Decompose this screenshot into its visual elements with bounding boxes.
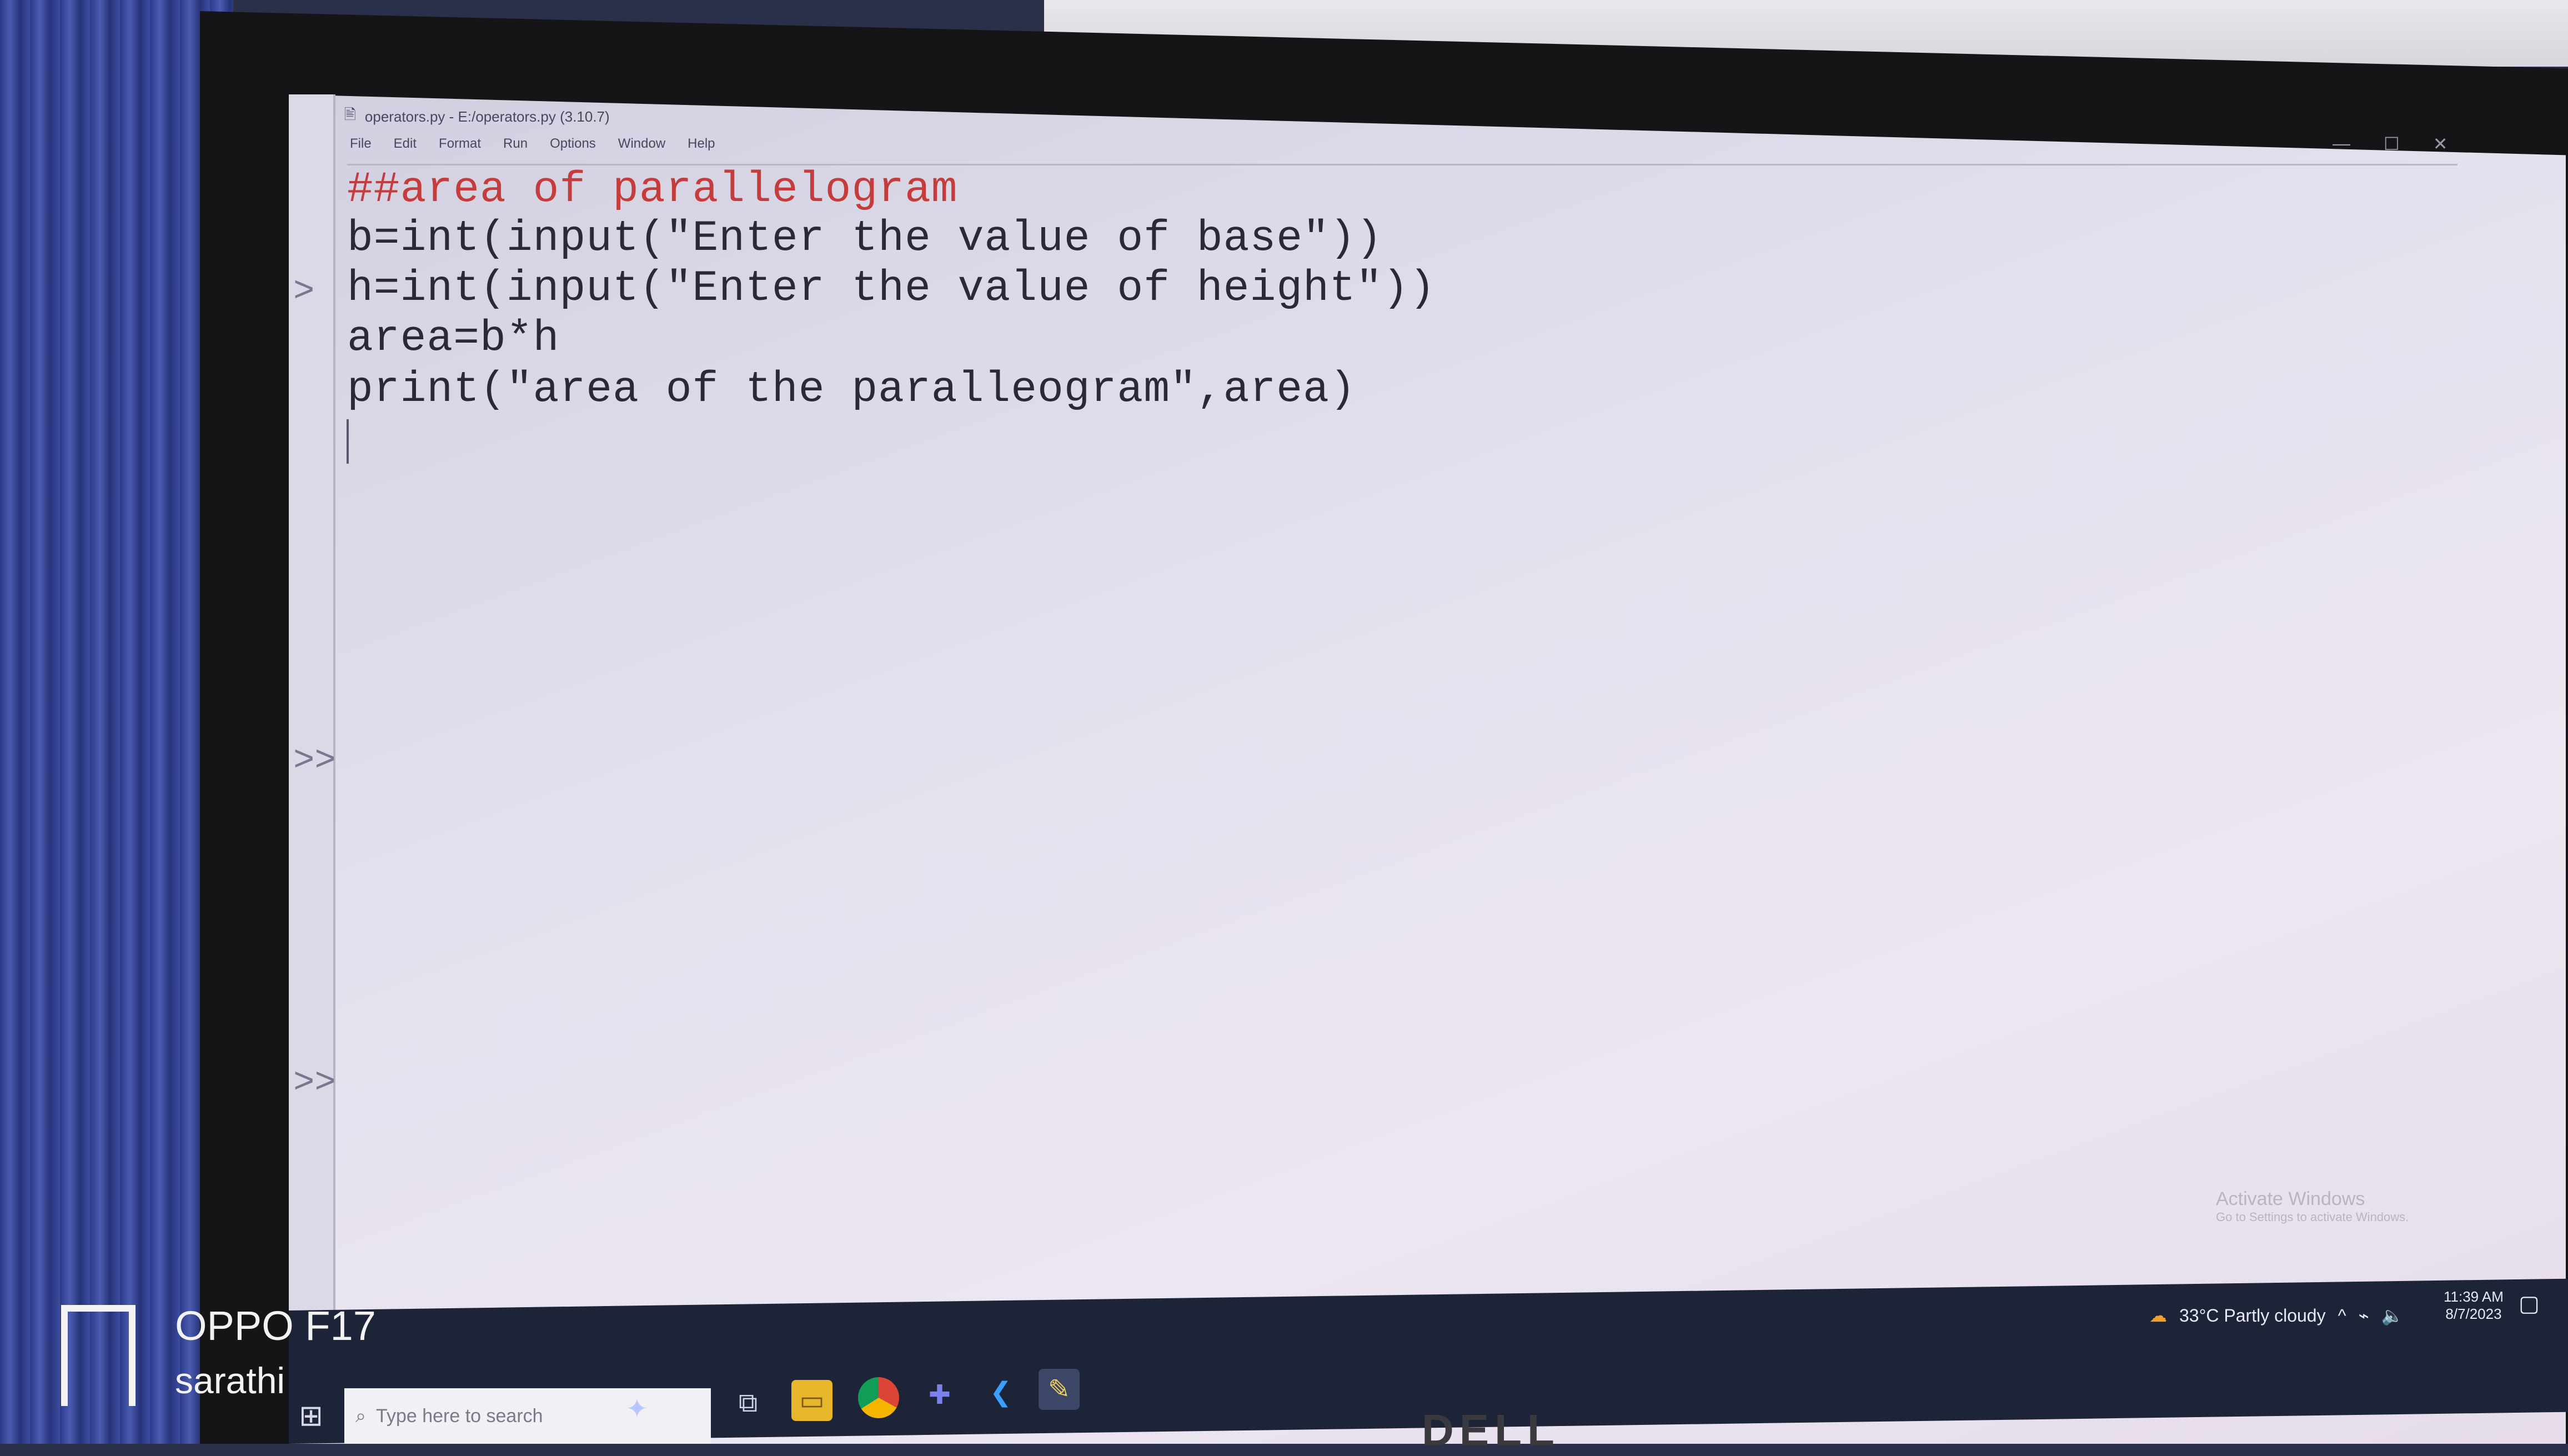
clock-time: 11:39 AM <box>2444 1288 2504 1305</box>
weather-text[interactable]: 33°C Partly cloudy <box>2179 1306 2326 1326</box>
camera-model: OPPO F17 <box>175 1303 376 1349</box>
shell-prompt: > <box>293 272 315 312</box>
background-curtain <box>0 0 233 1444</box>
menu-help[interactable]: Help <box>688 136 715 158</box>
weather-icon[interactable]: ☁ <box>2149 1305 2167 1326</box>
shell-prompt: >> <box>293 1063 336 1103</box>
volume-icon[interactable]: 🔈 <box>2381 1305 2404 1326</box>
code-line: h=int(input("Enter the value of height")… <box>347 264 1436 313</box>
menu-file[interactable]: File <box>350 136 372 158</box>
menu-run[interactable]: Run <box>503 136 528 158</box>
shell-prompt: >> <box>293 741 336 781</box>
idle-file-icon: 🖹 <box>344 106 356 123</box>
menu-options[interactable]: Options <box>550 136 596 158</box>
idle-python-icon[interactable]: ✎ <box>1039 1369 1080 1410</box>
clock-date: 8/7/2023 <box>2445 1306 2502 1322</box>
system-tray: ☁ 33°C Partly cloudy ^ ⌁ 🔈 <box>2149 1305 2404 1326</box>
menu-edit[interactable]: Edit <box>394 136 417 158</box>
chevron-up-icon[interactable]: ^ <box>2338 1306 2346 1326</box>
window-controls: — ☐ ✕ <box>2333 133 2448 154</box>
code-line: area=b*h <box>347 314 560 363</box>
code-line-comment: ##area of parallelogram <box>347 165 958 214</box>
camera-user: sarathi <box>175 1360 285 1401</box>
text-cursor <box>347 419 349 464</box>
cortana-icon[interactable]: ✦ <box>616 1388 658 1429</box>
monitor-brand-logo: DELL <box>1422 1405 1560 1455</box>
activate-windows-watermark: Activate Windows Go to Settings to activ… <box>2216 1188 2409 1224</box>
window-title: operators.py - E:/operators.py (3.10.7) <box>364 108 610 125</box>
windows-start-icon[interactable]: ⊞ <box>292 1397 330 1435</box>
code-editor[interactable]: ##area of parallelogram b=int(input("Ent… <box>347 164 2457 1321</box>
title-bar[interactable]: 🖹 operators.py - E:/operators.py (3.10.7… <box>344 103 2288 130</box>
taskbar-clock[interactable]: 11:39 AM 8/7/2023 <box>2444 1288 2504 1323</box>
notification-icon[interactable]: ▢ <box>2519 1291 2540 1317</box>
task-view-icon[interactable]: ⧉ <box>728 1383 769 1424</box>
menu-bar: File Edit Format Run Options Window Help <box>350 136 715 158</box>
teams-icon[interactable]: ✚ <box>919 1374 960 1415</box>
menu-window[interactable]: Window <box>618 136 665 158</box>
search-placeholder: Type here to search <box>376 1405 543 1427</box>
close-button[interactable]: ✕ <box>2433 133 2448 154</box>
code-line: b=int(input("Enter the value of base")) <box>347 214 1383 263</box>
network-icon[interactable]: ⌁ <box>2359 1305 2369 1326</box>
file-explorer-icon[interactable]: ▭ <box>791 1380 832 1421</box>
vscode-icon[interactable]: ❮ <box>980 1372 1021 1413</box>
code-line: print("area of the paralleogram",area) <box>347 365 1356 414</box>
chrome-icon[interactable] <box>858 1377 899 1418</box>
maximize-button[interactable]: ☐ <box>2384 133 2400 154</box>
camera-logo-icon <box>61 1305 136 1406</box>
minimize-button[interactable]: — <box>2333 133 2350 154</box>
menu-format[interactable]: Format <box>439 136 481 158</box>
search-icon: ⌕ <box>355 1405 367 1427</box>
